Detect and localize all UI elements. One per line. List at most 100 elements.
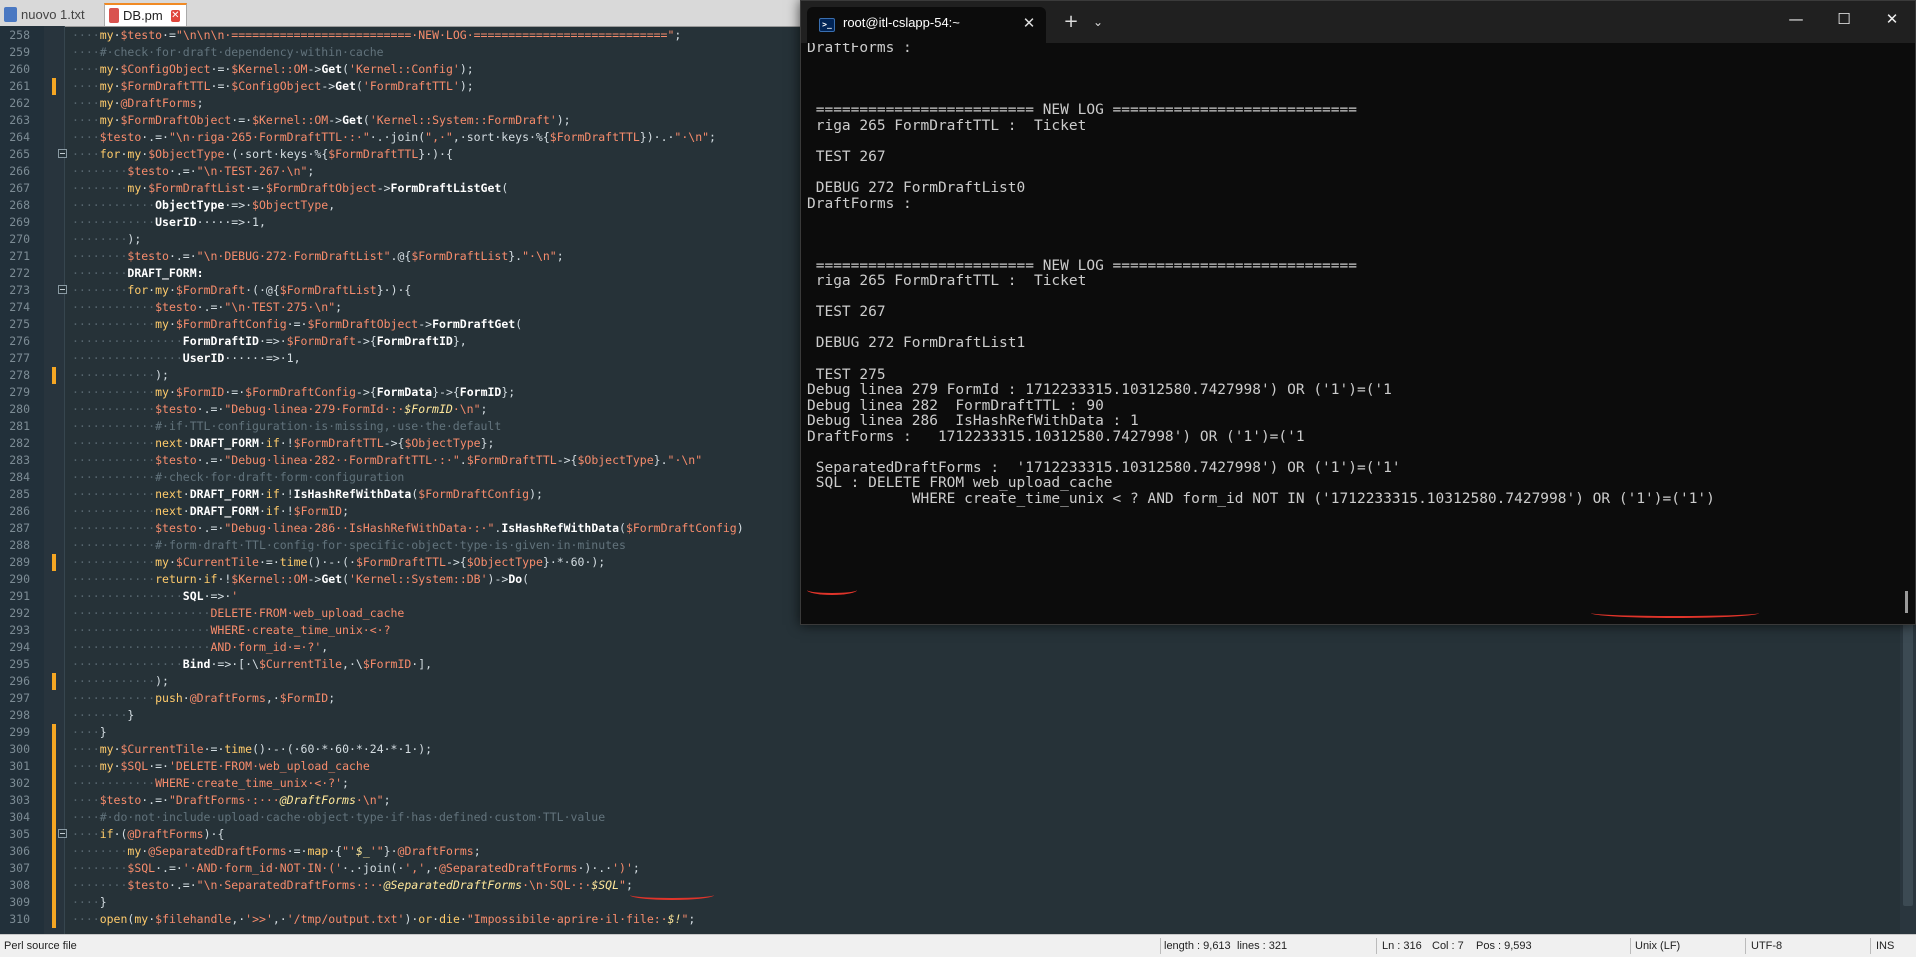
minimize-button[interactable]: — [1771, 1, 1821, 37]
code-token: $ObjectType [404, 436, 481, 450]
code-line[interactable]: 294 ····················AND·form_id·=·?', [0, 639, 1900, 656]
terminal-scrollbar[interactable] [1905, 591, 1908, 613]
code-token: ········ [72, 249, 128, 263]
code-text: ············my·$FormID·=·$FormDraftConfi… [72, 384, 515, 401]
code-token: @{ [397, 249, 412, 263]
code-token: IsHashRefWithData [501, 521, 620, 535]
line-number: 295 [9, 657, 30, 671]
line-number: 299 [9, 725, 30, 739]
code-text: ············$testo·.=·"\n·TEST·275·\n"; [72, 299, 342, 316]
code-token: $ConfigObject [231, 79, 322, 93]
code-text: ············return·if·!$Kernel::OM->Get(… [72, 571, 529, 588]
change-marker [52, 860, 56, 877]
code-token: $FormDraftTTL [466, 453, 557, 467]
code-token: DRAFT_FORM: [127, 266, 204, 280]
code-line[interactable]: 302 ············WHERE·create_time_unix·<·… [0, 775, 1900, 792]
code-line[interactable]: 310 ····open(my·$filehandle,·'>>',·'/tmp/… [0, 911, 1900, 928]
code-line[interactable]: 303 ····$testo·.=·"DraftForms·:···@DraftF… [0, 792, 1900, 809]
fold-toggle-icon[interactable] [58, 829, 67, 838]
code-text: ················SQL·=>·' [72, 588, 238, 605]
change-marker [52, 758, 56, 775]
change-marker [52, 775, 56, 792]
code-token: $FormDraftTTL [120, 79, 211, 93]
status-divider [1160, 938, 1161, 954]
code-token: ·.=· [155, 861, 183, 875]
code-line[interactable]: 309 ····} [0, 894, 1900, 911]
terminal-output[interactable]: DraftForms : ========================= N… [801, 43, 1915, 624]
code-text: ············next·DRAFT_FORM·if·!$FormDra… [72, 435, 494, 452]
status-divider [1630, 938, 1631, 954]
code-line[interactable]: 300 ····my·$CurrentTile·=·time()·-·(·60·*… [0, 741, 1900, 758]
new-tab-button[interactable]: + [1059, 10, 1083, 34]
line-number: 291 [9, 589, 30, 603]
code-text: ····my·$ConfigObject·=·$Kernel::OM->Get(… [72, 61, 474, 78]
code-token: $FormDraftObject [307, 317, 419, 331]
code-line[interactable]: 295 ················Bind·=>·[·\$CurrentTi… [0, 656, 1900, 673]
code-line[interactable]: 301 ····my·$SQL·=·'DELETE·FROM·web_upload… [0, 758, 1900, 775]
tab-db-pm[interactable]: DB.pm ✕ [104, 3, 187, 26]
code-text: ····my·$SQL·=·'DELETE·FROM·web_upload_ca… [72, 758, 370, 775]
code-token: my [155, 555, 169, 569]
encoding[interactable]: UTF-8 [1751, 935, 1782, 957]
red-underline-annotation [807, 585, 857, 595]
fold-toggle-icon[interactable] [58, 149, 67, 158]
insert-mode[interactable]: INS [1876, 935, 1894, 957]
code-token: ············ [72, 504, 156, 518]
code-text: ····#·do·not·include·upload·cache·object… [72, 809, 605, 826]
code-token: ················ [72, 351, 183, 365]
code-text: ········); [72, 231, 141, 248]
code-line[interactable]: 304 ····#·do·not·include·upload·cache·obj… [0, 809, 1900, 826]
code-line[interactable]: 298 ········} [0, 707, 1900, 724]
code-line[interactable]: 308 ········$testo·.=·"\n·SeparatedDraftF… [0, 877, 1900, 894]
code-token: $_ [355, 844, 370, 858]
terminal-tab-title: root@itl-cslapp-54:~ [843, 15, 960, 30]
code-text: ············push·@DraftForms,·$FormID; [72, 690, 335, 707]
tab-nuovo-1-txt[interactable]: nuovo 1.txt [0, 3, 103, 26]
code-token: FormDraftGet [432, 317, 516, 331]
code-token: ( [362, 113, 370, 127]
code-token: -> [328, 113, 343, 127]
line-number: 287 [9, 521, 30, 535]
terminal-title-bar[interactable]: >_ root@itl-cslapp-54:~ ✕ + ⌄ — ☐ ✕ [801, 1, 1915, 43]
tab-close-icon[interactable]: ✕ [170, 9, 180, 22]
close-window-button[interactable]: ✕ [1867, 1, 1916, 37]
code-line[interactable]: 306 ········my·@SeparatedDraftForms·=·map… [0, 843, 1900, 860]
maximize-button[interactable]: ☐ [1819, 1, 1869, 37]
cursor-pos: Pos : 9,593 [1476, 940, 1532, 952]
code-token: my [99, 96, 114, 110]
code-token: ; [556, 249, 564, 263]
code-line[interactable]: 299 ····} [0, 724, 1900, 741]
chevron-down-icon[interactable]: ⌄ [1087, 10, 1109, 34]
code-token: 'FormDraftTTL' [362, 79, 460, 93]
code-token: · [168, 317, 176, 331]
eol-format[interactable]: Unix (LF) [1635, 935, 1680, 957]
code-token: #·check·for·draft·form·configuration [155, 470, 405, 484]
code-token: my [99, 62, 114, 76]
code-text: ········$testo·.=·"\n·TEST·267·\n"; [72, 163, 314, 180]
line-number: 261 [9, 79, 30, 93]
code-token: ·=· [231, 113, 253, 127]
code-line[interactable]: 305 ····if·(@DraftForms)·{ [0, 826, 1900, 843]
code-token: ); [155, 368, 169, 382]
code-token: -> [376, 181, 391, 195]
code-token: ·=>· [203, 589, 232, 603]
line-number: 272 [9, 266, 30, 280]
code-line[interactable]: 296 ············); [0, 673, 1900, 690]
close-tab-icon[interactable]: ✕ [1020, 14, 1038, 32]
code-line[interactable]: 297 ············push·@DraftForms,·$FormID… [0, 690, 1900, 707]
fold-toggle-icon[interactable] [58, 285, 67, 294]
code-token: ···· [72, 79, 100, 93]
code-token: my [127, 147, 142, 161]
code-token: }->{ [432, 385, 460, 399]
code-token: · [182, 487, 190, 501]
code-token: $Kernel::OM [252, 113, 329, 127]
code-token: ,·sort·keys·%{ [452, 130, 550, 144]
terminal-window[interactable]: >_ root@itl-cslapp-54:~ ✕ + ⌄ — ☐ ✕ Draf… [800, 0, 1916, 625]
code-token: DRAFT_FORM [189, 436, 259, 450]
code-line[interactable]: 307 ········$SQL·.=·'·AND·form_id·NOT·IN·… [0, 860, 1900, 877]
code-token: my [155, 317, 169, 331]
code-token: UserID [155, 215, 197, 229]
code-token: ········ [72, 232, 128, 246]
terminal-tab[interactable]: >_ root@itl-cslapp-54:~ ✕ [807, 7, 1046, 43]
line-number: 266 [9, 164, 30, 178]
